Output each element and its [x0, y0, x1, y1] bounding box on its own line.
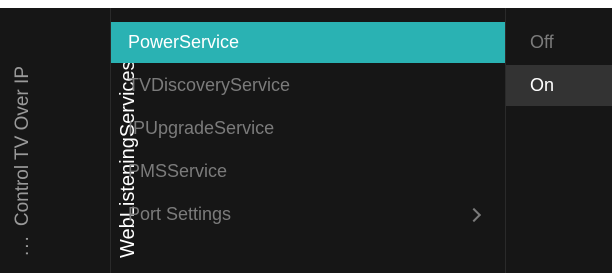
- menu-item-pms-service[interactable]: PMSService: [111, 151, 505, 192]
- menu-item-port-settings[interactable]: Port Settings: [111, 194, 505, 235]
- menu-item-power-service[interactable]: PowerService: [111, 22, 505, 63]
- option-label: On: [530, 75, 555, 95]
- menu-item-ip-upgrade-service[interactable]: IPUpgradeService: [111, 108, 505, 149]
- settings-menu-list: PowerService TVDiscoveryService IPUpgrad…: [111, 22, 505, 237]
- option-off[interactable]: Off: [506, 22, 612, 63]
- menu-item-label: PowerService: [128, 32, 240, 52]
- screen: ... Control TV Over IP WebListeningServic…: [0, 0, 612, 273]
- tv-settings-panel: ... Control TV Over IP WebListeningServic…: [0, 8, 612, 273]
- menu-item-tv-discovery-service[interactable]: TVDiscoveryService: [111, 65, 505, 106]
- chevron-right-icon: [466, 207, 482, 222]
- menu-item-label: TVDiscoveryService: [128, 75, 291, 95]
- options-panel: Off On: [506, 22, 612, 108]
- option-on[interactable]: On: [506, 65, 612, 106]
- breadcrumb-ellipsis: ...: [12, 234, 33, 256]
- breadcrumb-parent: ... Control TV Over IP: [12, 66, 34, 256]
- menu-item-label: PMSService: [128, 161, 228, 181]
- option-label: Off: [530, 32, 554, 52]
- breadcrumb-parent-label: Control TV Over IP: [12, 66, 33, 227]
- breadcrumb-parent-column[interactable]: ... Control TV Over IP: [0, 8, 50, 273]
- breadcrumb-current-column[interactable]: WebListeningServices: [50, 8, 139, 273]
- menu-item-label: Port Settings: [128, 204, 232, 224]
- menu-item-label: IPUpgradeService: [128, 118, 275, 138]
